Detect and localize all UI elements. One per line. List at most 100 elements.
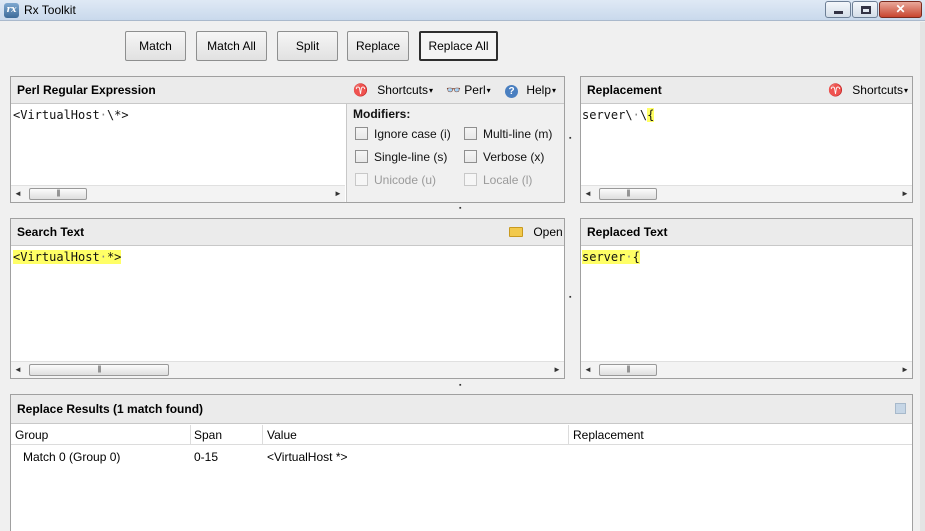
regex-input[interactable]: <VirtualHost·\*>	[13, 108, 129, 122]
checkbox-icon	[355, 127, 368, 140]
replace-all-button[interactable]: Replace All	[419, 31, 498, 61]
checkbox-icon	[355, 150, 368, 163]
checkbox-icon	[464, 150, 477, 163]
perl-label: Perl	[464, 83, 486, 97]
maximize-button[interactable]	[852, 1, 878, 18]
minimize-button[interactable]	[825, 1, 851, 18]
search-text-pane: Search Text Open <VirtualHost·*> ◄ ||| ►	[10, 218, 565, 379]
regex-text: <VirtualHost	[13, 108, 100, 122]
replaced-hscrollbar[interactable]: ◄ ||| ►	[581, 361, 912, 378]
replacement-input[interactable]: server\·\{	[582, 108, 655, 122]
search-pane-header: Search Text Open	[11, 219, 564, 246]
glasses-icon: 👓	[446, 83, 461, 97]
multi-line-checkbox[interactable]: Multi-line (m)	[464, 127, 552, 141]
scroll-thumb[interactable]: |||	[29, 364, 169, 376]
replacement-pane-title: Replacement	[587, 83, 662, 97]
open-label: Open	[533, 225, 563, 239]
chevron-down-icon: ▾	[429, 86, 434, 95]
single-line-checkbox[interactable]: Single-line (s)	[355, 150, 447, 164]
results-toggle-icon[interactable]	[895, 403, 906, 414]
scroll-right-icon[interactable]: ►	[334, 189, 342, 198]
unicode-checkbox: Unicode (u)	[355, 173, 436, 187]
match-button[interactable]: Match	[125, 31, 186, 61]
scroll-thumb[interactable]: |||	[599, 188, 657, 200]
replacement-text: server	[582, 108, 626, 122]
replace-button[interactable]: Replace	[347, 31, 409, 61]
shortcuts-icon: ♈	[353, 83, 368, 97]
vertical-splitter-handle[interactable]: ▪	[569, 294, 574, 301]
help-label: Help	[526, 83, 552, 97]
chevron-down-icon: ▾	[904, 86, 909, 95]
scroll-right-icon[interactable]: ►	[901, 365, 909, 374]
single-line-label: Single-line (s)	[374, 150, 448, 164]
window-edge	[920, 22, 925, 531]
column-header-value[interactable]: Value	[267, 428, 297, 442]
replacement-text: \	[639, 108, 648, 122]
replacement-shortcuts-label: Shortcuts	[852, 83, 903, 97]
locale-checkbox: Locale (l)	[464, 173, 532, 187]
open-file-button[interactable]: Open	[509, 225, 563, 239]
horizontal-splitter-handle[interactable]: ▪	[459, 205, 464, 212]
replacement-text: \	[625, 108, 633, 122]
maximize-icon	[861, 6, 871, 14]
split-button[interactable]: Split	[277, 31, 338, 61]
close-icon: ✕	[895, 2, 906, 16]
replacement-shortcuts-menu[interactable]: ♈ Shortcuts▾	[828, 83, 908, 97]
space-marker: ·	[99, 108, 107, 122]
cell-span: 0-15	[194, 450, 219, 464]
scroll-thumb[interactable]: |||	[599, 364, 657, 376]
help-icon: ?	[505, 85, 518, 98]
app-logo-icon: rx	[4, 3, 19, 18]
scroll-left-icon[interactable]: ◄	[584, 365, 592, 374]
regex-hscrollbar[interactable]: ◄ ||| ►	[11, 185, 345, 202]
scroll-right-icon[interactable]: ►	[553, 365, 561, 374]
verbose-label: Verbose (x)	[483, 150, 545, 164]
search-text-area[interactable]: <VirtualHost·*>	[13, 250, 122, 264]
replacement-pane: Replacement ♈ Shortcuts▾ server\·\{ ◄ ||…	[580, 76, 913, 203]
replaced-highlight: server·{	[582, 250, 640, 264]
ignore-case-label: Ignore case (i)	[374, 127, 451, 141]
search-text: <VirtualHost	[13, 250, 100, 264]
scroll-left-icon[interactable]: ◄	[14, 189, 22, 198]
verbose-checkbox[interactable]: Verbose (x)	[464, 150, 544, 164]
column-divider[interactable]	[262, 425, 263, 445]
horizontal-splitter-handle[interactable]: ▪	[459, 382, 464, 389]
minimize-icon	[834, 11, 843, 14]
close-button[interactable]: ✕	[879, 1, 922, 18]
vertical-splitter-handle[interactable]: ▪	[569, 135, 574, 142]
folder-icon	[509, 227, 523, 237]
replaced-text: {	[632, 250, 640, 264]
replacement-pane-header: Replacement ♈ Shortcuts▾	[581, 77, 912, 104]
cell-group: Match 0 (Group 0)	[23, 450, 121, 464]
scroll-left-icon[interactable]: ◄	[584, 189, 592, 198]
match-all-button[interactable]: Match All	[196, 31, 267, 61]
scroll-left-icon[interactable]: ◄	[14, 365, 22, 374]
replaced-text-area[interactable]: server·{	[582, 250, 640, 264]
checkbox-icon	[464, 173, 477, 186]
space-marker: ·	[632, 108, 640, 122]
regex-pane: Perl Regular Expression ♈ Shortcuts▾ 👓 P…	[10, 76, 565, 203]
regex-shortcuts-menu[interactable]: ♈ Shortcuts▾	[353, 83, 433, 97]
replaced-pane-header: Replaced Text	[581, 219, 912, 246]
scroll-thumb[interactable]: |||	[29, 188, 87, 200]
search-text: *>	[106, 250, 122, 264]
modifiers-panel: Modifiers: Ignore case (i) Multi-line (m…	[346, 104, 564, 202]
replacement-highlight: {	[647, 108, 655, 122]
space-marker: ·	[625, 250, 633, 264]
column-header-replacement[interactable]: Replacement	[573, 428, 644, 442]
perl-menu[interactable]: 👓 Perl▾	[446, 83, 491, 97]
column-divider[interactable]	[568, 425, 569, 445]
replaced-pane-title: Replaced Text	[587, 225, 668, 239]
replacement-hscrollbar[interactable]: ◄ ||| ►	[581, 185, 912, 202]
match-highlight: <VirtualHost·*>	[13, 250, 122, 264]
ignore-case-checkbox[interactable]: Ignore case (i)	[355, 127, 451, 141]
title-bar: rx Rx Toolkit ✕	[0, 0, 925, 21]
help-menu[interactable]: ? Help▾	[505, 83, 556, 98]
column-header-group[interactable]: Group	[15, 428, 48, 442]
checkbox-icon	[464, 127, 477, 140]
search-hscrollbar[interactable]: ◄ ||| ►	[11, 361, 564, 378]
regex-shortcuts-label: Shortcuts	[377, 83, 428, 97]
scroll-right-icon[interactable]: ►	[901, 189, 909, 198]
column-header-span[interactable]: Span	[194, 428, 222, 442]
column-divider[interactable]	[190, 425, 191, 445]
